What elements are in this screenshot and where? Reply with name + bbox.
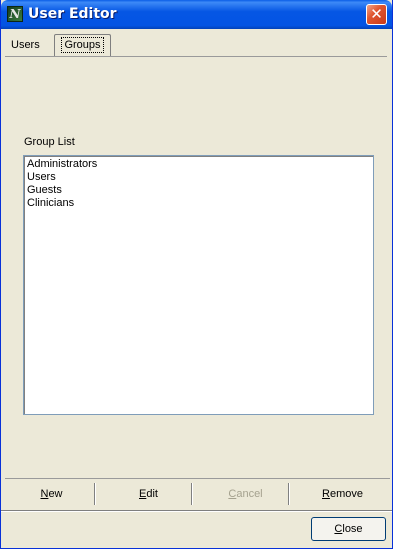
- app-logo-icon: N: [7, 6, 23, 22]
- group-list-label: Group List: [24, 136, 75, 148]
- tab-groups[interactable]: Groups: [54, 34, 111, 56]
- remove-button[interactable]: Remove: [305, 482, 380, 507]
- title-bar[interactable]: N User Editor ✕: [1, 0, 392, 29]
- close-button[interactable]: Close: [311, 517, 386, 541]
- list-item[interactable]: Guests: [27, 184, 370, 197]
- window-title: User Editor: [28, 6, 117, 22]
- remove-mnemonic: R: [322, 488, 330, 500]
- tab-divider: [5, 56, 387, 57]
- button-separator: [191, 483, 193, 505]
- cancel-label-rest: ancel: [236, 488, 263, 500]
- button-separator: [94, 483, 96, 505]
- new-label-rest: ew: [48, 488, 63, 500]
- tab-groups-label: Groups: [61, 37, 104, 53]
- close-window-button[interactable]: ✕: [366, 4, 387, 25]
- edit-button[interactable]: Edit: [111, 482, 186, 507]
- close-label-rest: lose: [342, 523, 363, 535]
- tab-users[interactable]: Users: [11, 36, 40, 55]
- cancel-button[interactable]: Cancel: [208, 482, 283, 507]
- group-listbox[interactable]: Administrators Users Guests Clinicians: [23, 155, 374, 415]
- list-item[interactable]: Administrators: [27, 158, 370, 171]
- remove-label-rest: emove: [329, 488, 363, 500]
- list-item[interactable]: Users: [27, 171, 370, 184]
- footer-divider: [1, 510, 392, 512]
- list-item[interactable]: Clinicians: [27, 197, 370, 210]
- edit-label-rest: dit: [146, 488, 158, 500]
- new-button[interactable]: New: [14, 482, 89, 507]
- user-editor-window: N User Editor ✕ Users Groups Group List …: [0, 0, 393, 549]
- action-divider: [5, 478, 390, 479]
- button-separator: [288, 483, 290, 505]
